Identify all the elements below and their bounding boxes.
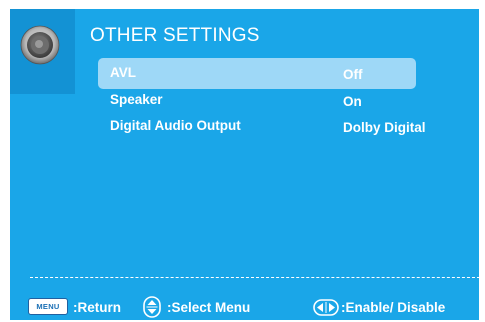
setting-label: Digital Audio Output: [110, 118, 241, 133]
setting-value: Dolby Digital: [343, 120, 426, 135]
setting-value: On: [343, 94, 362, 109]
menu-title: OTHER SETTINGS: [90, 25, 260, 46]
menu-icon-box: [10, 9, 75, 94]
settings-panel: OTHER SETTINGS AVL Off Speaker On Digita…: [10, 9, 480, 320]
up-down-arrows-icon: [143, 296, 161, 318]
menu-key-icon: MENU: [28, 298, 68, 315]
setting-label: AVL: [110, 65, 136, 80]
speaker-icon: [20, 25, 60, 65]
return-hint: :Return: [73, 300, 121, 315]
enable-disable-hint: :Enable/ Disable: [341, 300, 446, 315]
key-hints: MENU :Return :Select Menu :Enable/ Disab…: [10, 296, 479, 320]
setting-value: Off: [343, 67, 363, 82]
setting-row-avl[interactable]: AVL Off: [98, 58, 416, 89]
select-menu-hint: :Select Menu: [167, 300, 251, 315]
settings-list: AVL Off Speaker On Digital Audio Output …: [98, 58, 426, 147]
menu-key-label: MENU: [36, 302, 60, 311]
setting-row-digital-audio-output[interactable]: Digital Audio Output Dolby Digital: [98, 116, 426, 147]
left-right-arrows-icon: [313, 299, 339, 316]
footer-divider: [30, 277, 480, 278]
tv-osd-screen: OTHER SETTINGS AVL Off Speaker On Digita…: [0, 0, 485, 322]
setting-label: Speaker: [110, 92, 163, 107]
setting-row-speaker[interactable]: Speaker On: [98, 89, 416, 116]
